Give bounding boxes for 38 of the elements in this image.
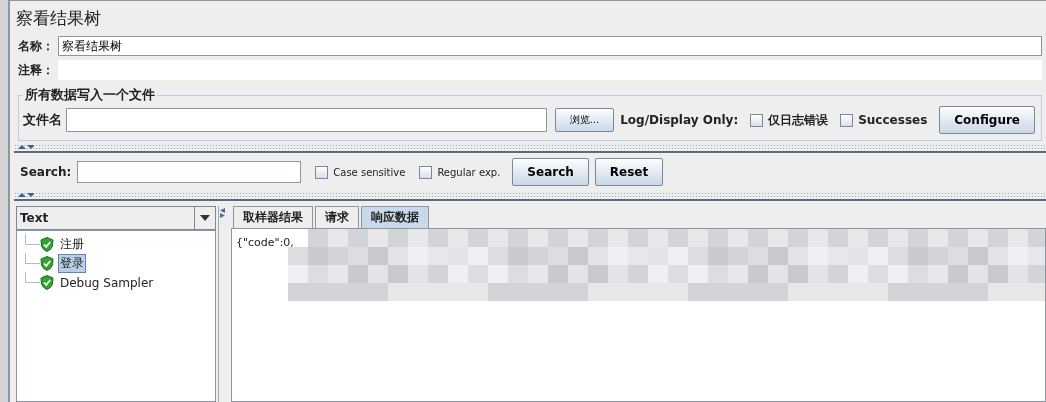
comment-label: 注释： xyxy=(18,61,54,79)
log-display-label: Log/Display Only: xyxy=(620,113,739,127)
checkbox[interactable] xyxy=(750,113,764,127)
response-text: {"code":0, xyxy=(236,236,294,249)
collapse-arrows-icon[interactable] xyxy=(18,144,34,150)
search-field[interactable] xyxy=(77,161,302,183)
panel-title: 察看结果树 xyxy=(15,7,102,30)
renderer-dropdown[interactable]: Text xyxy=(16,206,216,230)
group-title: 所有数据写入一个文件 xyxy=(24,86,156,104)
checkbox[interactable] xyxy=(840,113,854,127)
expand-right-icon[interactable] xyxy=(220,213,228,218)
success-shield-icon xyxy=(40,256,54,271)
checkbox-label: Regular exp. xyxy=(437,166,501,178)
browse-button[interactable]: 浏览... xyxy=(554,108,615,132)
search-label: Search: xyxy=(20,165,72,179)
filename-label: 文件名 xyxy=(23,111,62,129)
reset-button[interactable]: Reset xyxy=(594,158,664,186)
tree-item[interactable]: Debug Sampler xyxy=(58,274,156,291)
tree-item[interactable]: 注册 xyxy=(58,235,86,254)
configure-button[interactable]: Configure xyxy=(939,106,1035,134)
tab[interactable]: 请求 xyxy=(315,206,359,228)
name-field[interactable]: 察看结果树 xyxy=(58,36,1042,56)
collapse-left-icon[interactable] xyxy=(220,208,228,213)
checkbox-label: Successes xyxy=(858,113,928,127)
tab[interactable]: 取样器结果 xyxy=(233,206,313,228)
success-shield-icon xyxy=(40,237,54,252)
filename-field[interactable] xyxy=(66,108,547,132)
caret-icon xyxy=(200,215,210,221)
search-button[interactable]: Search xyxy=(512,158,589,186)
checkbox[interactable] xyxy=(419,165,433,179)
tab[interactable]: 响应数据 xyxy=(361,206,429,228)
checkbox[interactable] xyxy=(315,165,329,179)
collapse-arrows-icon[interactable] xyxy=(18,192,34,198)
name-label: 名称： xyxy=(18,37,54,55)
checkbox-label: 仅日志错误 xyxy=(768,111,829,129)
checkbox-label: Case sensitive xyxy=(333,166,406,178)
success-shield-icon xyxy=(40,275,54,290)
tree-item[interactable]: 登录 xyxy=(58,254,86,273)
